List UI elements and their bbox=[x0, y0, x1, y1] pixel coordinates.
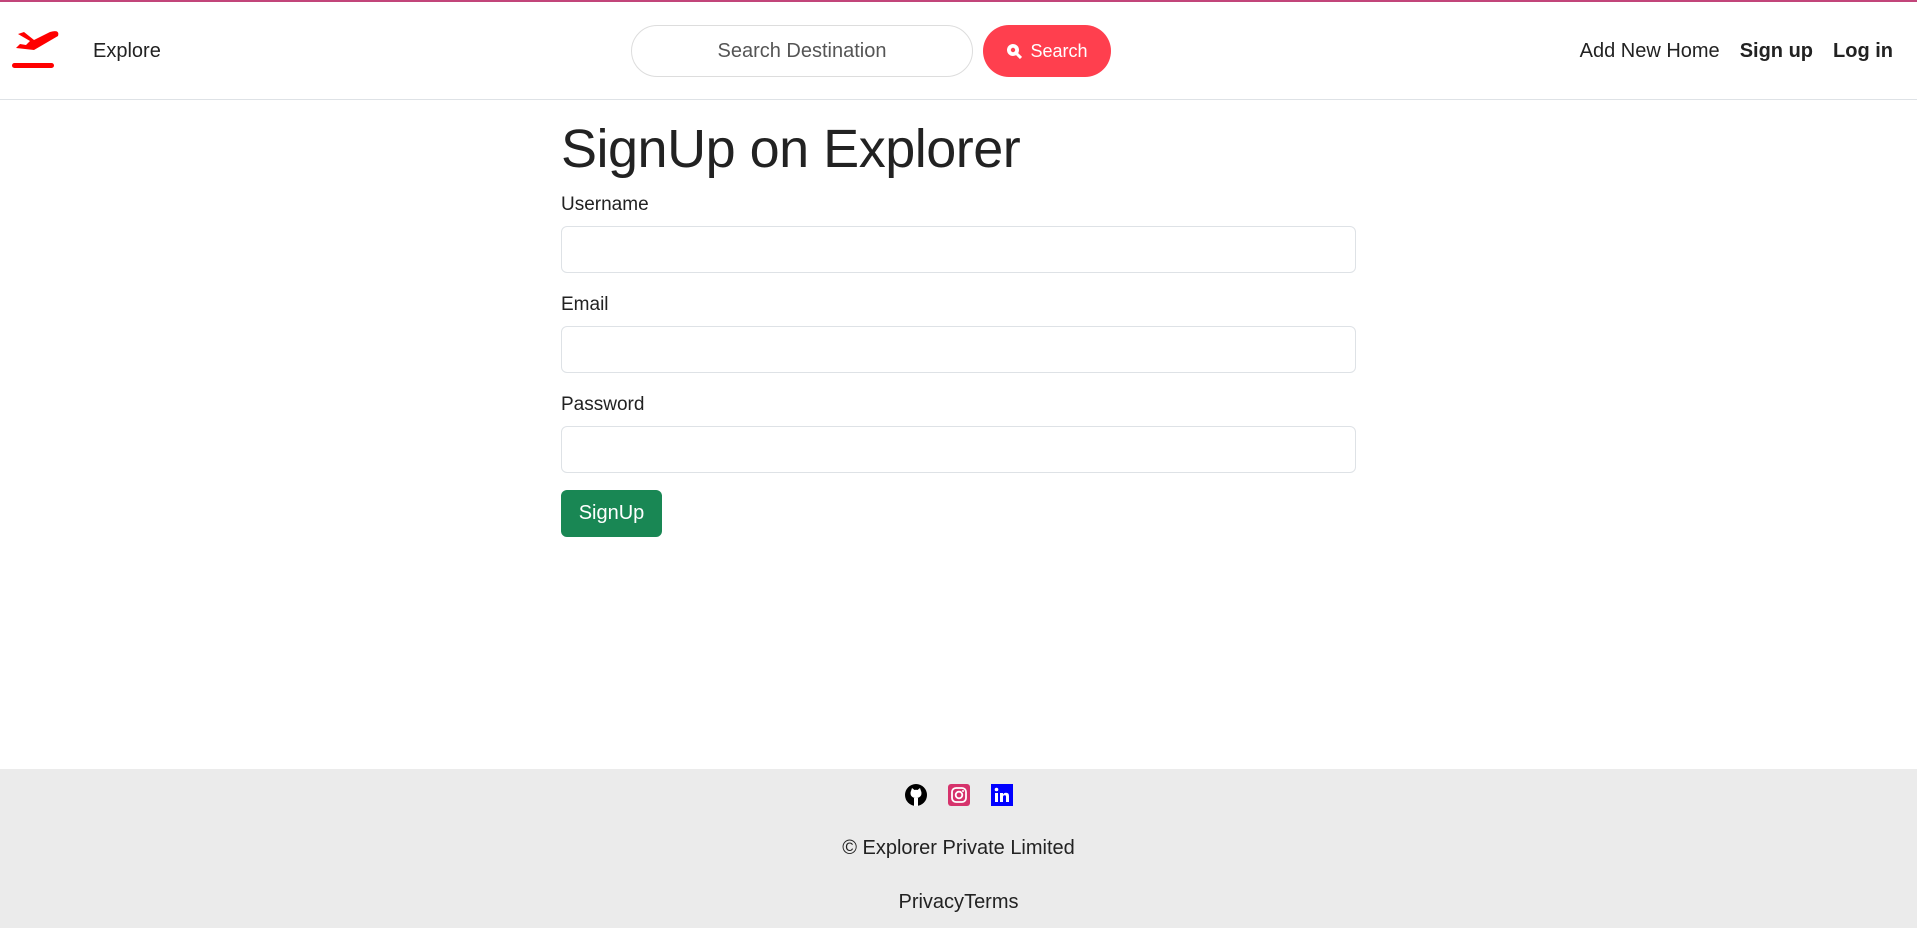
username-input[interactable] bbox=[561, 226, 1356, 273]
search-button-label: Search bbox=[1030, 40, 1088, 61]
add-new-home-link[interactable]: Add New Home bbox=[1580, 40, 1720, 63]
log-in-link[interactable]: Log in bbox=[1833, 40, 1893, 63]
search-button[interactable]: Search bbox=[983, 25, 1111, 77]
navbar: Explore Search Add New Home Sign up Log … bbox=[0, 2, 1917, 100]
github-icon[interactable] bbox=[904, 783, 928, 807]
password-label: Password bbox=[561, 394, 645, 415]
signup-button[interactable]: SignUp bbox=[561, 490, 662, 537]
signup-form: SignUp on Explorer Username Email Passwo… bbox=[561, 118, 1356, 537]
plane-logo-icon[interactable] bbox=[12, 28, 64, 72]
search-destination-input[interactable] bbox=[631, 25, 973, 77]
instagram-icon[interactable] bbox=[947, 783, 971, 807]
password-input[interactable] bbox=[561, 426, 1356, 473]
copyright-text: © Explorer Private Limited bbox=[842, 837, 1075, 859]
brand-explore-link[interactable]: Explore bbox=[93, 40, 161, 63]
email-input[interactable] bbox=[561, 326, 1356, 373]
username-label: Username bbox=[561, 194, 649, 215]
sign-up-link[interactable]: Sign up bbox=[1740, 40, 1813, 63]
page-title: SignUp on Explorer bbox=[561, 119, 1021, 179]
terms-link[interactable]: Terms bbox=[964, 891, 1018, 913]
search-location-icon bbox=[1007, 44, 1023, 59]
linkedin-icon[interactable] bbox=[990, 783, 1014, 807]
footer: © Explorer Private Limited PrivacyTerms bbox=[0, 769, 1917, 928]
email-label: Email bbox=[561, 294, 609, 315]
privacy-link[interactable]: Privacy bbox=[898, 891, 964, 913]
